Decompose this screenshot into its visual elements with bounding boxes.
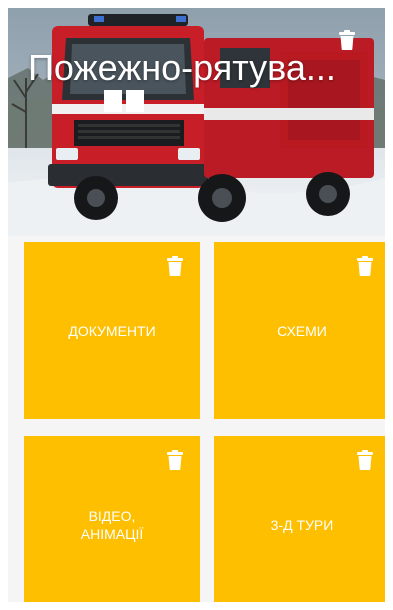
app-frame: Пожежно-рятува... ДОКУМЕНТИ СХЕМИ ВІДЕО,… — [8, 8, 385, 602]
tile-label: 3-Д ТУРИ — [270, 516, 334, 533]
tile-label: ДОКУМЕНТИ — [68, 322, 156, 339]
tile-3d-tours[interactable]: 3-Д ТУРИ — [214, 436, 385, 602]
hero-delete-button[interactable] — [339, 30, 355, 50]
tile-label: ВІДЕО, АНІМАЦІЇ — [80, 507, 144, 542]
tile-label: СХЕМИ — [277, 322, 327, 339]
hero-title: Пожежно-рятува... — [28, 47, 336, 88]
tile-video-animations[interactable]: ВІДЕО, АНІМАЦІЇ — [24, 436, 200, 602]
tile-documents[interactable]: ДОКУМЕНТИ — [24, 242, 200, 419]
hero-card[interactable]: Пожежно-рятува... — [8, 8, 385, 236]
trash-icon — [339, 30, 355, 50]
fire-truck-photo — [8, 8, 385, 236]
tile-schemes[interactable]: СХЕМИ — [214, 242, 385, 419]
